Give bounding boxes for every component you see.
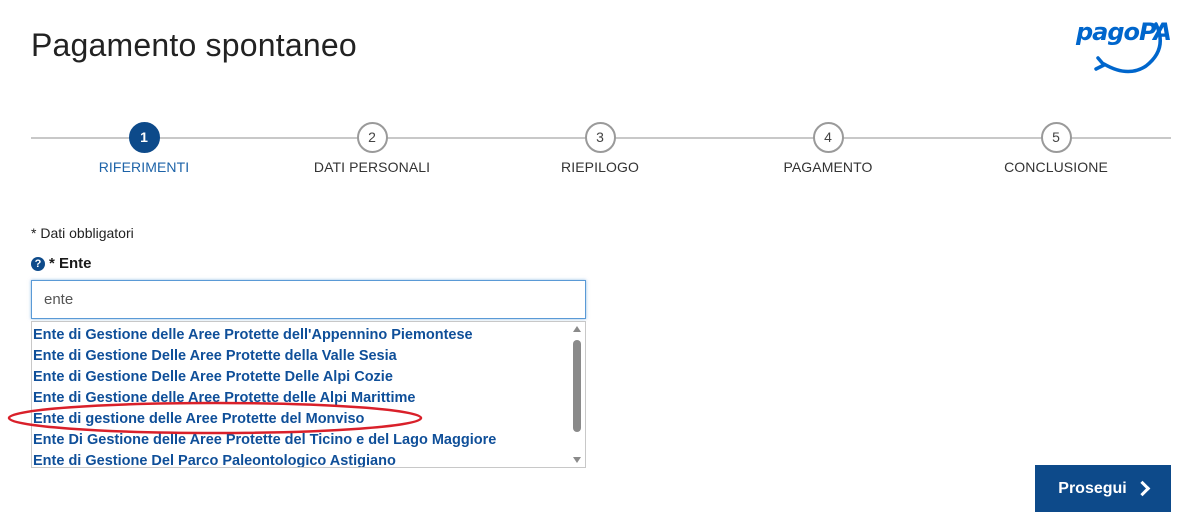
- step-dati-personali: 2 DATI PERSONALI: [282, 122, 462, 175]
- dropdown-scrollbar[interactable]: [569, 322, 585, 467]
- step-pagamento: 4 PAGAMENTO: [738, 122, 918, 175]
- step-label: RIFERIMENTI: [98, 159, 190, 175]
- step-number: 4: [812, 122, 844, 153]
- pagopa-logo-text: pagoPA: [1076, 18, 1172, 46]
- help-icon[interactable]: ?: [31, 256, 45, 271]
- scroll-down-arrow-icon[interactable]: [573, 457, 581, 463]
- ente-option[interactable]: Ente Di Gestione delle Aree Protette del…: [32, 430, 585, 451]
- ente-autocomplete-dropdown: Ente di Gestione delle Aree Protette del…: [31, 321, 586, 468]
- ente-search-input[interactable]: [31, 280, 586, 319]
- scroll-up-arrow-icon[interactable]: [573, 326, 581, 332]
- ente-option[interactable]: Ente di Gestione delle Aree Protette del…: [32, 388, 585, 409]
- step-label: PAGAMENTO: [783, 159, 873, 175]
- ente-option[interactable]: Ente di Gestione Del Parco Paleontologic…: [32, 451, 585, 467]
- step-number: 2: [356, 122, 388, 153]
- ente-label-text: * Ente: [49, 255, 92, 272]
- prosegui-button[interactable]: Prosegui: [1035, 465, 1171, 512]
- ente-options-list: Ente di Gestione delle Aree Protette del…: [32, 322, 585, 467]
- ente-option[interactable]: Ente di Gestione Delle Aree Protette Del…: [32, 367, 585, 388]
- page: Pagamento spontaneo pagoPA 1 RIFERIMENTI…: [0, 0, 1179, 524]
- prosegui-label: Prosegui: [1058, 479, 1127, 497]
- step-number: 5: [1040, 122, 1072, 153]
- progress-stepper: 1 RIFERIMENTI 2 DATI PERSONALI 3 RIEPILO…: [31, 122, 1171, 182]
- step-conclusione: 5 CONCLUSIONE: [966, 122, 1146, 175]
- step-number: 1: [128, 122, 160, 153]
- ente-field-label: ? * Ente: [31, 255, 92, 272]
- step-riferimenti: 1 RIFERIMENTI: [54, 122, 234, 175]
- scroll-thumb[interactable]: [573, 340, 581, 432]
- step-number: 3: [584, 122, 616, 153]
- ente-option[interactable]: Ente di Gestione delle Aree Protette del…: [32, 325, 585, 346]
- page-title: Pagamento spontaneo: [31, 27, 357, 64]
- step-label: RIEPILOGO: [561, 159, 639, 175]
- ente-option-monviso[interactable]: Ente di gestione delle Aree Protette del…: [32, 409, 585, 430]
- step-label: DATI PERSONALI: [313, 159, 431, 175]
- required-fields-note: * Dati obbligatori: [31, 225, 134, 241]
- step-riepilogo: 3 RIEPILOGO: [510, 122, 690, 175]
- ente-option[interactable]: Ente di Gestione Delle Aree Protette del…: [32, 346, 585, 367]
- step-label: CONCLUSIONE: [1004, 159, 1108, 175]
- pagopa-logo: pagoPA: [1068, 14, 1172, 76]
- chevron-right-icon: [1134, 480, 1151, 497]
